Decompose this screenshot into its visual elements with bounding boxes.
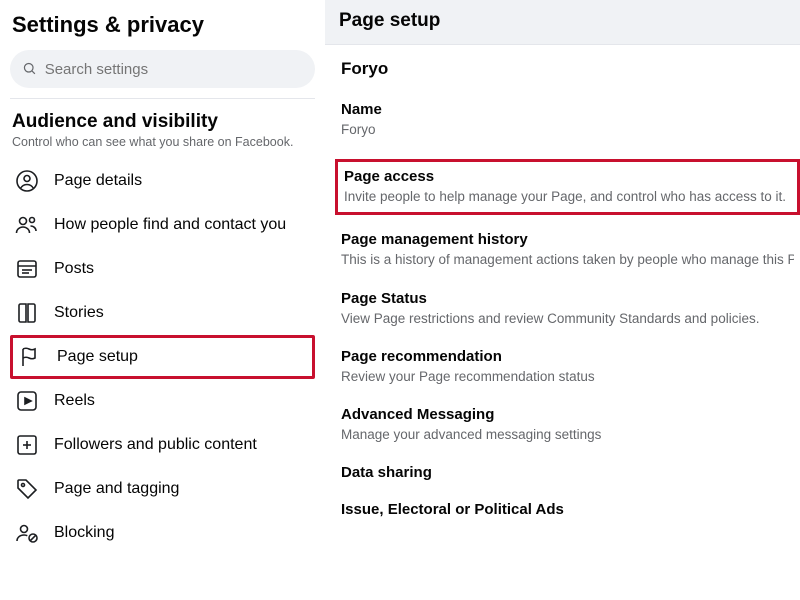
sidebar-item-label: Page and tagging <box>54 480 179 498</box>
setting-desc: Manage your advanced messaging settings <box>341 426 794 444</box>
section-subheading: Control who can see what you share on Fa… <box>10 135 315 159</box>
setting-title: Name <box>341 101 794 118</box>
blocking-icon <box>14 520 40 546</box>
search-input[interactable] <box>45 61 303 78</box>
followers-icon <box>14 432 40 458</box>
sidebar-item-posts[interactable]: Posts <box>10 247 315 291</box>
setting-title: Page access <box>344 168 789 185</box>
sidebar-title: Settings & privacy <box>10 8 315 50</box>
people-icon <box>14 212 40 238</box>
setting-title: Data sharing <box>341 464 794 481</box>
sidebar-item-page-details[interactable]: Page details <box>10 159 315 203</box>
search-icon <box>22 61 37 77</box>
sidebar-item-page-tagging[interactable]: Page and tagging <box>10 467 315 511</box>
setting-desc: Invite people to help manage your Page, … <box>344 188 789 206</box>
search-container[interactable] <box>10 50 315 88</box>
sidebar-item-label: Reels <box>54 392 95 410</box>
sidebar-item-label: How people find and contact you <box>54 216 286 234</box>
sidebar-item-blocking[interactable]: Blocking <box>10 511 315 555</box>
flag-icon <box>17 344 43 370</box>
setting-page-status[interactable]: Page Status View Page restrictions and r… <box>341 290 800 328</box>
main-panel: Page setup Foryo Name Foryo Page access … <box>325 0 800 600</box>
setting-title: Advanced Messaging <box>341 406 794 423</box>
setting-desc: This is a history of management actions … <box>341 251 794 269</box>
stories-icon <box>14 300 40 326</box>
setting-title: Issue, Electoral or Political Ads <box>341 501 794 518</box>
sidebar-item-how-people-find[interactable]: How people find and contact you <box>10 203 315 247</box>
setting-data-sharing[interactable]: Data sharing <box>341 464 800 481</box>
setting-title: Page management history <box>341 231 794 248</box>
setting-political-ads[interactable]: Issue, Electoral or Political Ads <box>341 501 800 518</box>
setting-page-recommendation[interactable]: Page recommendation Review your Page rec… <box>341 348 800 386</box>
tag-icon <box>14 476 40 502</box>
setting-name[interactable]: Name Foryo <box>341 101 800 139</box>
sidebar-item-label: Blocking <box>54 524 114 542</box>
setting-title: Page recommendation <box>341 348 794 365</box>
setting-desc: Foryo <box>341 121 794 139</box>
divider <box>10 98 315 99</box>
main-body: Foryo Name Foryo Page access Invite peop… <box>325 45 800 538</box>
sidebar-item-reels[interactable]: Reels <box>10 379 315 423</box>
sidebar-item-label: Page setup <box>57 348 138 366</box>
main-header-title: Page setup <box>339 10 786 32</box>
setting-desc: Review your Page recommendation status <box>341 368 794 386</box>
reels-icon <box>14 388 40 414</box>
sidebar-item-label: Followers and public content <box>54 436 257 454</box>
sidebar-item-stories[interactable]: Stories <box>10 291 315 335</box>
setting-page-access[interactable]: Page access Invite people to help manage… <box>335 159 800 215</box>
setting-management-history[interactable]: Page management history This is a histor… <box>341 231 800 269</box>
sidebar-item-label: Page details <box>54 172 142 190</box>
settings-sidebar: Settings & privacy Audience and visibili… <box>0 0 325 600</box>
setting-advanced-messaging[interactable]: Advanced Messaging Manage your advanced … <box>341 406 800 444</box>
posts-icon <box>14 256 40 282</box>
person-circle-icon <box>14 168 40 194</box>
setting-desc: View Page restrictions and review Commun… <box>341 310 794 328</box>
sidebar-item-followers[interactable]: Followers and public content <box>10 423 315 467</box>
sidebar-item-label: Posts <box>54 260 94 278</box>
sidebar-item-page-setup[interactable]: Page setup <box>10 335 315 379</box>
setting-title: Page Status <box>341 290 794 307</box>
page-name-heading: Foryo <box>341 59 800 79</box>
main-header: Page setup <box>325 0 800 45</box>
sidebar-item-label: Stories <box>54 304 104 322</box>
section-heading: Audience and visibility <box>10 109 315 135</box>
